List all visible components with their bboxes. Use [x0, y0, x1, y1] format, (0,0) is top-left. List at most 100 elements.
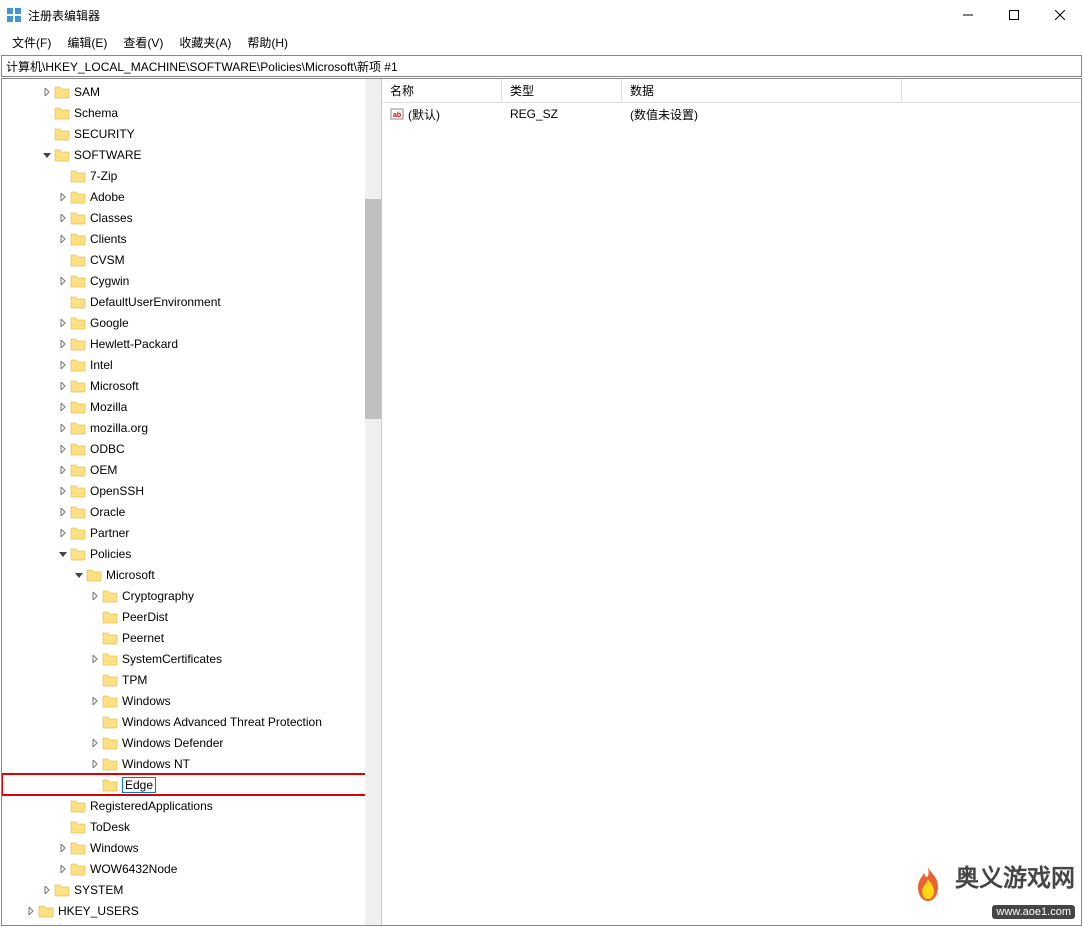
chevron-right-icon[interactable] [88, 589, 102, 603]
chevron-right-icon[interactable] [88, 757, 102, 771]
tree-node[interactable]: SYSTEM [2, 879, 381, 900]
chevron-right-icon[interactable] [56, 211, 70, 225]
tree-node-label: HKEY_CURRENT_CONFIG [58, 925, 209, 926]
tree-node[interactable]: Hewlett-Packard [2, 333, 381, 354]
minimize-icon [963, 10, 973, 20]
tree-node[interactable]: Peernet [2, 627, 381, 648]
content-area: SAMSchemaSECURITYSOFTWARE7-ZipAdobeClass… [1, 78, 1082, 926]
close-icon [1055, 10, 1065, 20]
close-button[interactable] [1037, 0, 1083, 30]
window-title: 注册表编辑器 [28, 7, 945, 24]
tree-node[interactable]: WOW6432Node [2, 858, 381, 879]
column-data[interactable]: 数据 [622, 79, 902, 102]
chevron-right-icon[interactable] [56, 526, 70, 540]
tree-node[interactable]: SAM [2, 81, 381, 102]
chevron-down-icon[interactable] [56, 547, 70, 561]
column-name[interactable]: 名称 [382, 79, 502, 102]
tree-node[interactable]: DefaultUserEnvironment [2, 291, 381, 312]
tree-node[interactable]: Windows [2, 837, 381, 858]
list-row[interactable]: ab(默认)REG_SZ(数值未设置) [382, 103, 1081, 125]
chevron-down-icon[interactable] [40, 148, 54, 162]
tree-node[interactable]: OpenSSH [2, 480, 381, 501]
tree-node[interactable]: Policies [2, 543, 381, 564]
tree-node[interactable]: Partner [2, 522, 381, 543]
chevron-right-icon[interactable] [56, 358, 70, 372]
tree-node-label: Windows NT [122, 757, 190, 771]
maximize-button[interactable] [991, 0, 1037, 30]
tree-node[interactable]: Mozilla [2, 396, 381, 417]
chevron-right-icon[interactable] [56, 232, 70, 246]
tree-node[interactable]: CVSM [2, 249, 381, 270]
chevron-right-icon[interactable] [56, 274, 70, 288]
tree-node[interactable]: Oracle [2, 501, 381, 522]
chevron-right-icon[interactable] [56, 463, 70, 477]
tree-node[interactable]: RegisteredApplications [2, 795, 381, 816]
string-value-icon: ab [390, 107, 404, 121]
tree-node[interactable]: Intel [2, 354, 381, 375]
chevron-right-icon[interactable] [40, 883, 54, 897]
address-bar[interactable]: 计算机\HKEY_LOCAL_MACHINE\SOFTWARE\Policies… [1, 55, 1082, 77]
list-pane: 名称 类型 数据 ab(默认)REG_SZ(数值未设置) [382, 79, 1081, 925]
tree-node[interactable]: mozilla.org [2, 417, 381, 438]
chevron-right-icon[interactable] [56, 442, 70, 456]
chevron-right-icon[interactable] [88, 736, 102, 750]
chevron-right-icon[interactable] [56, 505, 70, 519]
menu-view[interactable]: 查看(V) [115, 32, 171, 53]
tree-node[interactable]: Cygwin [2, 270, 381, 291]
window-controls [945, 0, 1083, 30]
chevron-right-icon[interactable] [56, 841, 70, 855]
chevron-right-icon[interactable] [24, 925, 38, 926]
menu-favorites[interactable]: 收藏夹(A) [171, 32, 239, 53]
tree-node-label: Google [90, 316, 129, 330]
tree-node[interactable]: Windows Defender [2, 732, 381, 753]
tree-node[interactable]: Cryptography [2, 585, 381, 606]
tree-node[interactable]: Adobe [2, 186, 381, 207]
tree-node[interactable]: ToDesk [2, 816, 381, 837]
chevron-right-icon[interactable] [88, 694, 102, 708]
tree-node[interactable]: Windows Advanced Threat Protection [2, 711, 381, 732]
tree-node[interactable]: PeerDist [2, 606, 381, 627]
tree-node[interactable]: Clients [2, 228, 381, 249]
tree-node-label: CVSM [90, 253, 125, 267]
tree-node[interactable]: ODBC [2, 438, 381, 459]
tree-scrollbar[interactable] [365, 79, 381, 925]
chevron-right-icon[interactable] [40, 85, 54, 99]
minimize-button[interactable] [945, 0, 991, 30]
menu-file[interactable]: 文件(F) [4, 32, 59, 53]
tree-node[interactable]: HKEY_USERS [2, 900, 381, 921]
chevron-right-icon[interactable] [88, 652, 102, 666]
chevron-right-icon[interactable] [56, 379, 70, 393]
chevron-down-icon[interactable] [72, 568, 86, 582]
tree-node[interactable]: 7-Zip [2, 165, 381, 186]
tree-node[interactable]: Schema [2, 102, 381, 123]
chevron-right-icon[interactable] [56, 421, 70, 435]
chevron-right-icon[interactable] [56, 400, 70, 414]
tree-view[interactable]: SAMSchemaSECURITYSOFTWARE7-ZipAdobeClass… [2, 79, 381, 925]
tree-node-label: OpenSSH [90, 484, 144, 498]
tree-node[interactable]: SystemCertificates [2, 648, 381, 669]
tree-node[interactable]: SECURITY [2, 123, 381, 144]
tree-node[interactable]: Microsoft [2, 564, 381, 585]
tree-node[interactable]: Windows NT [2, 753, 381, 774]
tree-node[interactable]: Microsoft [2, 375, 381, 396]
chevron-right-icon[interactable] [56, 484, 70, 498]
tree-node[interactable]: Classes [2, 207, 381, 228]
tree-node[interactable]: Windows [2, 690, 381, 711]
tree-node[interactable]: OEM [2, 459, 381, 480]
chevron-right-icon[interactable] [24, 904, 38, 918]
menu-help[interactable]: 帮助(H) [239, 32, 296, 53]
tree-node[interactable]: Edge [2, 774, 381, 795]
chevron-right-icon[interactable] [56, 337, 70, 351]
chevron-right-icon[interactable] [56, 316, 70, 330]
scrollbar-thumb[interactable] [365, 199, 381, 419]
tree-node-label[interactable]: Edge [122, 777, 156, 793]
chevron-right-icon[interactable] [56, 862, 70, 876]
tree-node[interactable]: TPM [2, 669, 381, 690]
tree-node[interactable]: SOFTWARE [2, 144, 381, 165]
tree-node[interactable]: Google [2, 312, 381, 333]
menu-edit[interactable]: 编辑(E) [59, 32, 115, 53]
tree-node[interactable]: HKEY_CURRENT_CONFIG [2, 921, 381, 925]
tree-node-label: Policies [90, 547, 131, 561]
column-type[interactable]: 类型 [502, 79, 622, 102]
chevron-right-icon[interactable] [56, 190, 70, 204]
